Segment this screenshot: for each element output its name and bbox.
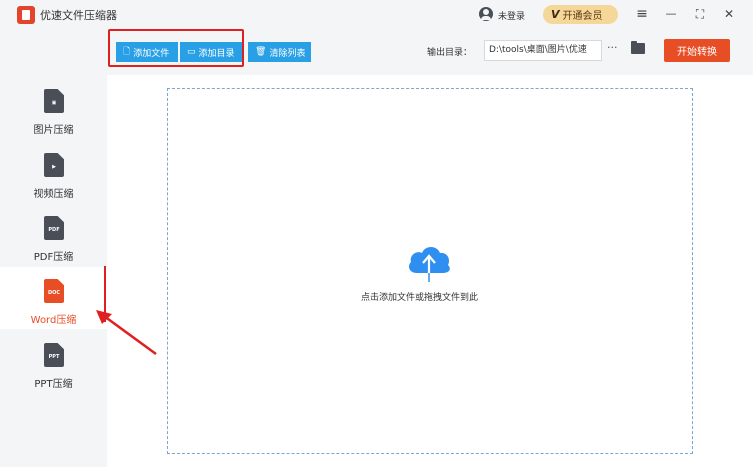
close-icon[interactable]: ✕: [719, 4, 739, 24]
sidebar-item-word[interactable]: DOC Word压缩: [0, 267, 107, 329]
sidebar-item-label: PDF压缩: [33, 252, 74, 263]
clear-list-label: 清除列表: [269, 48, 306, 59]
output-dir-field[interactable]: D:\tools\桌面\图片\优速: [484, 40, 602, 61]
sidebar-item-label: PPT压缩: [34, 379, 73, 390]
output-dir-label: 输出目录：: [427, 48, 473, 58]
cloud-upload-icon[interactable]: [405, 241, 453, 283]
sidebar: ▣ 图片压缩 ▶ 视频压缩 PDF PDF压缩 DOC Word压缩 PPT P…: [0, 75, 107, 467]
clear-list-button[interactable]: 🗑 清除列表: [248, 42, 311, 62]
maximize-icon[interactable]: ⛶: [690, 4, 710, 24]
app-window: 优速文件压缩器 未登录 V 开通会员 ≡ — ⛶ ✕ 🗋 添加文件 ▭ 添加目录…: [0, 0, 753, 467]
app-title: 优速文件压缩器: [40, 9, 117, 22]
add-file-button[interactable]: 🗋 添加文件: [116, 42, 178, 62]
file-icon: 🗋: [123, 47, 131, 57]
add-folder-button[interactable]: ▭ 添加目录: [180, 42, 242, 62]
menu-icon[interactable]: ≡: [632, 4, 652, 24]
app-logo-icon: [17, 6, 35, 24]
video-file-icon: ▶: [44, 153, 64, 177]
vip-icon: V: [551, 8, 560, 21]
sidebar-item-label: Word压缩: [30, 315, 77, 326]
sidebar-item-video[interactable]: ▶ 视频压缩: [0, 141, 107, 203]
sidebar-item-image[interactable]: ▣ 图片压缩: [0, 77, 107, 139]
sidebar-item-ppt[interactable]: PPT PPT压缩: [0, 331, 107, 393]
open-folder-icon[interactable]: [631, 41, 645, 54]
add-file-label: 添加文件: [133, 48, 170, 59]
add-folder-label: 添加目录: [198, 48, 235, 59]
minimize-icon[interactable]: —: [661, 4, 681, 24]
sidebar-item-label: 视频压缩: [33, 189, 74, 200]
more-button[interactable]: ···: [607, 41, 618, 54]
vip-button-label: 开通会员: [562, 11, 603, 22]
word-file-icon: DOC: [44, 279, 64, 303]
sidebar-item-pdf[interactable]: PDF PDF压缩: [0, 204, 107, 266]
pdf-file-icon: PDF: [44, 216, 64, 240]
trash-icon: 🗑: [255, 47, 267, 57]
image-file-icon: ▣: [44, 89, 64, 113]
login-status[interactable]: 未登录: [498, 9, 525, 22]
title-bar: 优速文件压缩器 未登录 V 开通会员 ≡ — ⛶ ✕: [0, 0, 753, 30]
user-icon[interactable]: [479, 7, 493, 21]
ppt-file-icon: PPT: [44, 343, 64, 367]
drop-hint-text: 点击添加文件或拖拽文件到此: [361, 293, 479, 303]
start-convert-button[interactable]: 开始转换: [664, 39, 730, 62]
sidebar-item-label: 图片压缩: [33, 125, 74, 136]
folder-outline-icon: ▭: [187, 47, 196, 57]
vip-button[interactable]: V 开通会员: [543, 5, 618, 24]
